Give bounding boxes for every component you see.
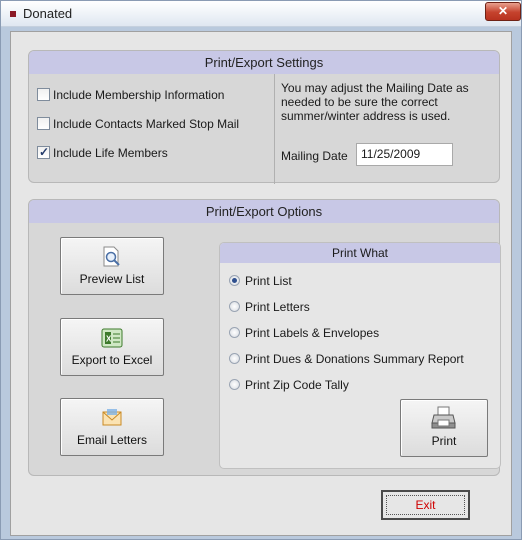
printer-icon — [431, 406, 457, 433]
print-button[interactable]: Print — [400, 399, 488, 457]
title-bar[interactable]: Donated ✕ — [1, 1, 521, 27]
print-list-option[interactable]: Print List — [229, 273, 292, 289]
mailing-date-hint: You may adjust the Mailing Date as neede… — [281, 81, 469, 123]
exit-button[interactable]: Exit — [381, 490, 470, 520]
print-labels-envelopes-option[interactable]: Print Labels & Envelopes — [229, 325, 379, 341]
options-panel-header: Print/Export Options — [29, 200, 499, 223]
client-area: Print/Export Settings Include Membership… — [10, 31, 512, 536]
print-dues-summary-label: Print Dues & Donations Summary Report — [245, 352, 464, 366]
print-letters-radio[interactable] — [229, 301, 240, 312]
mailing-date-field[interactable]: 11/25/2009 — [356, 143, 453, 166]
hint-line: You may adjust the Mailing Date as — [281, 81, 469, 95]
include-membership-label: Include Membership Information — [53, 88, 225, 102]
print-label: Print — [431, 434, 457, 448]
include-membership-checkbox[interactable] — [37, 88, 50, 101]
include-stop-mail-label: Include Contacts Marked Stop Mail — [53, 117, 240, 131]
print-dues-summary-radio[interactable] — [229, 353, 240, 364]
print-list-radio[interactable] — [229, 275, 240, 286]
email-letters-label: Email Letters — [76, 433, 148, 447]
print-letters-option[interactable]: Print Letters — [229, 299, 310, 315]
print-zip-tally-label: Print Zip Code Tally — [245, 378, 349, 392]
include-stop-mail-checkbox[interactable] — [37, 117, 50, 130]
preview-list-label: Preview List — [79, 272, 145, 286]
exit-label: Exit — [386, 495, 465, 515]
print-what-group: Print What Print List Print Letters Prin… — [219, 242, 501, 469]
hint-line: summer/winter address is used. — [281, 109, 451, 123]
preview-list-button[interactable]: Preview List — [60, 237, 164, 295]
print-zip-tally-radio[interactable] — [229, 379, 240, 390]
app-window: Donated ✕ Print/Export Settings Include … — [0, 0, 522, 540]
excel-icon: X — [101, 327, 123, 352]
envelope-icon — [102, 409, 122, 430]
print-what-header: Print What — [220, 243, 500, 263]
print-labels-envelopes-radio[interactable] — [229, 327, 240, 338]
include-life-members-option[interactable]: Include Life Members — [37, 144, 168, 161]
settings-panel-header: Print/Export Settings — [29, 51, 499, 74]
window-title: Donated — [23, 6, 73, 21]
print-letters-label: Print Letters — [245, 300, 310, 314]
export-to-excel-button[interactable]: X Export to Excel — [60, 318, 164, 376]
settings-panel: Print/Export Settings Include Membership… — [28, 50, 500, 184]
settings-divider — [274, 74, 275, 184]
include-stop-mail-option[interactable]: Include Contacts Marked Stop Mail — [37, 116, 239, 132]
email-letters-button[interactable]: Email Letters — [60, 398, 164, 456]
print-zip-tally-option[interactable]: Print Zip Code Tally — [229, 377, 349, 393]
export-to-excel-label: Export to Excel — [71, 353, 153, 367]
include-life-members-checkbox[interactable] — [37, 144, 50, 160]
print-list-label: Print List — [245, 274, 292, 288]
close-button[interactable]: ✕ — [485, 2, 521, 21]
app-icon — [10, 11, 16, 17]
magnifier-document-icon — [101, 246, 123, 271]
mailing-date-label: Mailing Date — [281, 149, 348, 163]
print-dues-summary-option[interactable]: Print Dues & Donations Summary Report — [229, 351, 464, 367]
hint-line: needed to be sure the correct — [281, 95, 438, 109]
print-labels-envelopes-label: Print Labels & Envelopes — [245, 326, 380, 340]
include-life-members-label: Include Life Members — [53, 146, 168, 160]
options-panel: Print/Export Options Preview List X Expo… — [28, 199, 501, 476]
svg-text:X: X — [106, 335, 112, 344]
include-membership-option[interactable]: Include Membership Information — [37, 87, 224, 103]
